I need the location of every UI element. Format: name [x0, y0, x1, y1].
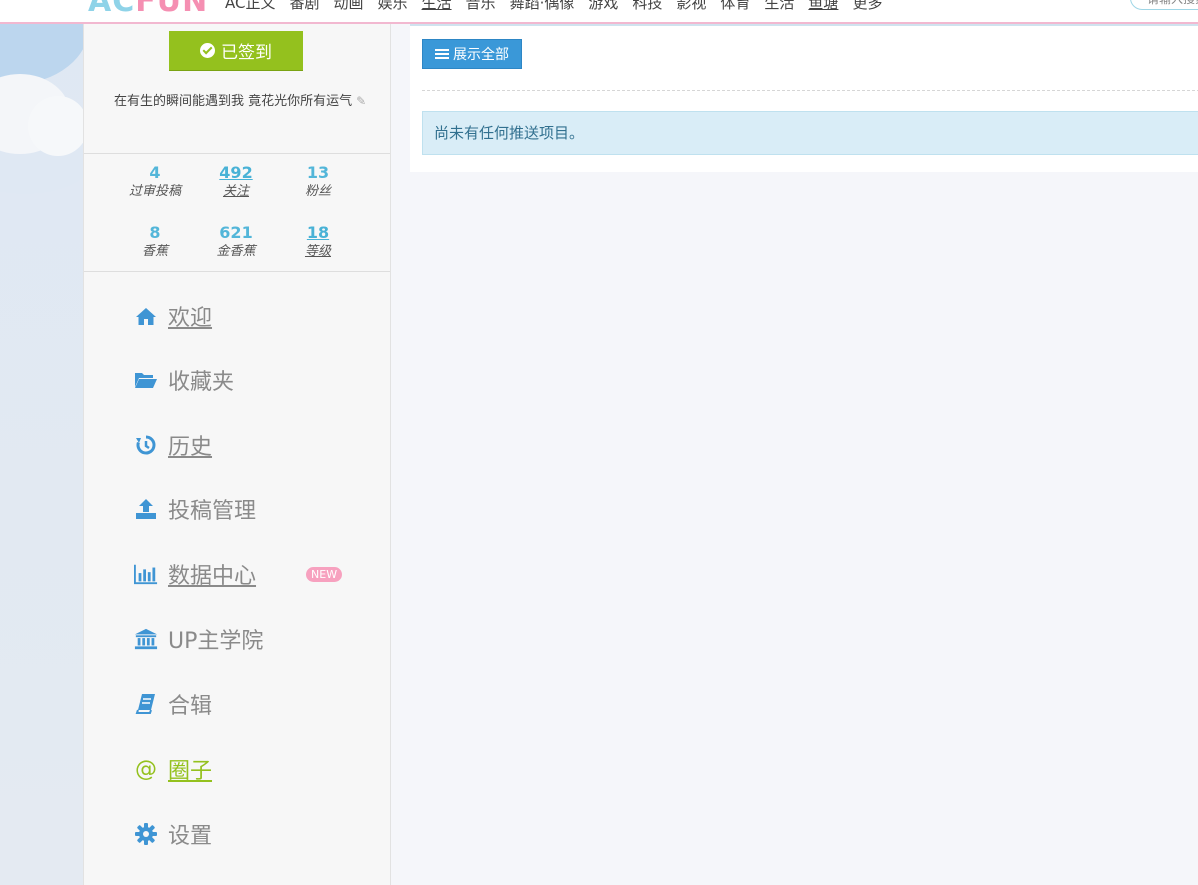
stat-number[interactable]: 492 — [201, 164, 271, 182]
user-sidebar: 已签到 在有生的瞬间能遇到我 竟花光你所有运气 ✎ 4 过审投稿 492 关注 1… — [83, 24, 391, 885]
stat-label[interactable]: 等级 — [283, 242, 353, 262]
stat-label: 粉丝 — [304, 184, 331, 199]
sidebar-item-label: 设置 — [168, 824, 213, 849]
show-all-button[interactable]: 展示全部 — [422, 39, 522, 69]
panel-top-border — [410, 24, 1198, 26]
stat-label: 金香蕉 — [216, 244, 256, 259]
institution-icon — [134, 627, 158, 651]
stat-label: 过审投稿 — [128, 184, 181, 199]
sidebar-item-up-academy[interactable]: UP主学院 — [134, 624, 263, 654]
nav-link[interactable]: 娱乐 — [378, 0, 408, 13]
at-icon: @ — [135, 756, 157, 782]
sidebar-item-circles[interactable]: @ 圈子 — [134, 754, 213, 785]
stat-label: 香蕉 — [141, 244, 168, 259]
cloud-decoration — [28, 96, 83, 156]
book-icon — [134, 692, 158, 716]
divider — [84, 153, 390, 154]
upload-icon — [134, 497, 158, 521]
stat-label[interactable]: 关注 — [201, 182, 271, 202]
nav-link[interactable]: 番剧 — [289, 0, 319, 13]
sidebar-item-data-center[interactable]: 数据中心 NEW — [134, 559, 343, 589]
sidebar-item-label: 合辑 — [168, 694, 213, 719]
sidebar-item-label: 欢迎 — [168, 306, 213, 331]
divider — [422, 90, 1198, 91]
check-circle-icon — [200, 43, 215, 58]
nav-link[interactable]: 游戏 — [588, 0, 618, 13]
stat-level[interactable]: 18 等级 — [283, 224, 353, 262]
stat-fans: 13 粉丝 — [283, 164, 353, 202]
sidebar-item-collections[interactable]: 合辑 — [134, 689, 212, 719]
nav-links: AC正义 番剧 动画 娱乐 生活 音乐 舞蹈·偶像 游戏 科技 影视 体育 生活… — [225, 0, 882, 13]
stat-number[interactable]: 18 — [283, 224, 353, 242]
sidebar-item-uploads[interactable]: 投稿管理 — [134, 494, 256, 524]
empty-notice: 尚未有任何推送项目。 — [422, 111, 1198, 155]
history-icon — [134, 433, 158, 457]
stat-following[interactable]: 492 关注 — [201, 164, 271, 202]
sidebar-item-settings[interactable]: 设置 — [134, 819, 212, 849]
bar-chart-icon — [134, 562, 158, 586]
divider — [84, 271, 390, 272]
main-panel: 展示全部 尚未有任何推送项目。 — [410, 24, 1198, 172]
stat-number: 13 — [306, 163, 330, 182]
nav-link[interactable]: 更多 — [852, 0, 882, 13]
stat-bananas: 8 香蕉 — [120, 224, 190, 262]
stat-number: 4 — [149, 163, 161, 182]
nav-link[interactable]: 体育 — [720, 0, 750, 13]
nav-link[interactable]: 音乐 — [466, 0, 496, 13]
search-input[interactable]: 请输入搜索 — [1130, 0, 1198, 10]
sidebar-item-welcome[interactable]: 欢迎 — [134, 301, 212, 331]
sidebar-item-label: 圈子 — [168, 759, 213, 784]
nav-link[interactable]: AC正义 — [225, 0, 275, 13]
stat-number: 621 — [219, 223, 253, 242]
nav-link[interactable]: 生活 — [764, 0, 794, 13]
user-motto: 在有生的瞬间能遇到我 竟花光你所有运气 ✎ — [114, 91, 372, 112]
sidebar-item-label: 数据中心 — [168, 564, 257, 589]
sidebar-item-label: 收藏夹 — [168, 370, 235, 395]
sidebar-item-label: 投稿管理 — [168, 499, 257, 524]
top-nav: ACFUN AC正义 番剧 动画 娱乐 生活 音乐 舞蹈·偶像 游戏 科技 影视… — [0, 0, 1198, 24]
site-logo[interactable]: ACFUN — [88, 0, 208, 19]
gear-icon — [134, 822, 158, 846]
motto-text: 在有生的瞬间能遇到我 竟花光你所有运气 — [114, 94, 353, 109]
sidebar-item-label: UP主学院 — [168, 629, 264, 654]
edit-icon[interactable]: ✎ — [356, 94, 366, 108]
nav-link[interactable]: 影视 — [676, 0, 706, 13]
nav-link-active[interactable]: 生活 — [422, 0, 452, 13]
background-decoration — [0, 24, 83, 885]
sidebar-item-label: 历史 — [168, 435, 213, 460]
stat-posts: 4 过审投稿 — [120, 164, 190, 202]
nav-link[interactable]: 科技 — [632, 0, 662, 13]
nav-link[interactable]: 鱼塘 — [808, 0, 838, 13]
sidebar-item-history[interactable]: 历史 — [134, 430, 212, 460]
nav-link[interactable]: 动画 — [334, 0, 364, 13]
stat-gold-bananas: 621 金香蕉 — [201, 224, 271, 262]
stat-number: 8 — [149, 223, 161, 242]
signin-label: 已签到 — [221, 43, 272, 63]
home-icon — [134, 304, 158, 328]
nav-link[interactable]: 舞蹈·偶像 — [510, 0, 575, 13]
new-badge: NEW — [306, 566, 343, 582]
folder-open-icon — [134, 368, 158, 392]
show-all-label: 展示全部 — [453, 47, 509, 63]
list-icon — [435, 48, 449, 60]
sidebar-item-favorites[interactable]: 收藏夹 — [134, 365, 234, 395]
signin-button[interactable]: 已签到 — [169, 31, 303, 70]
